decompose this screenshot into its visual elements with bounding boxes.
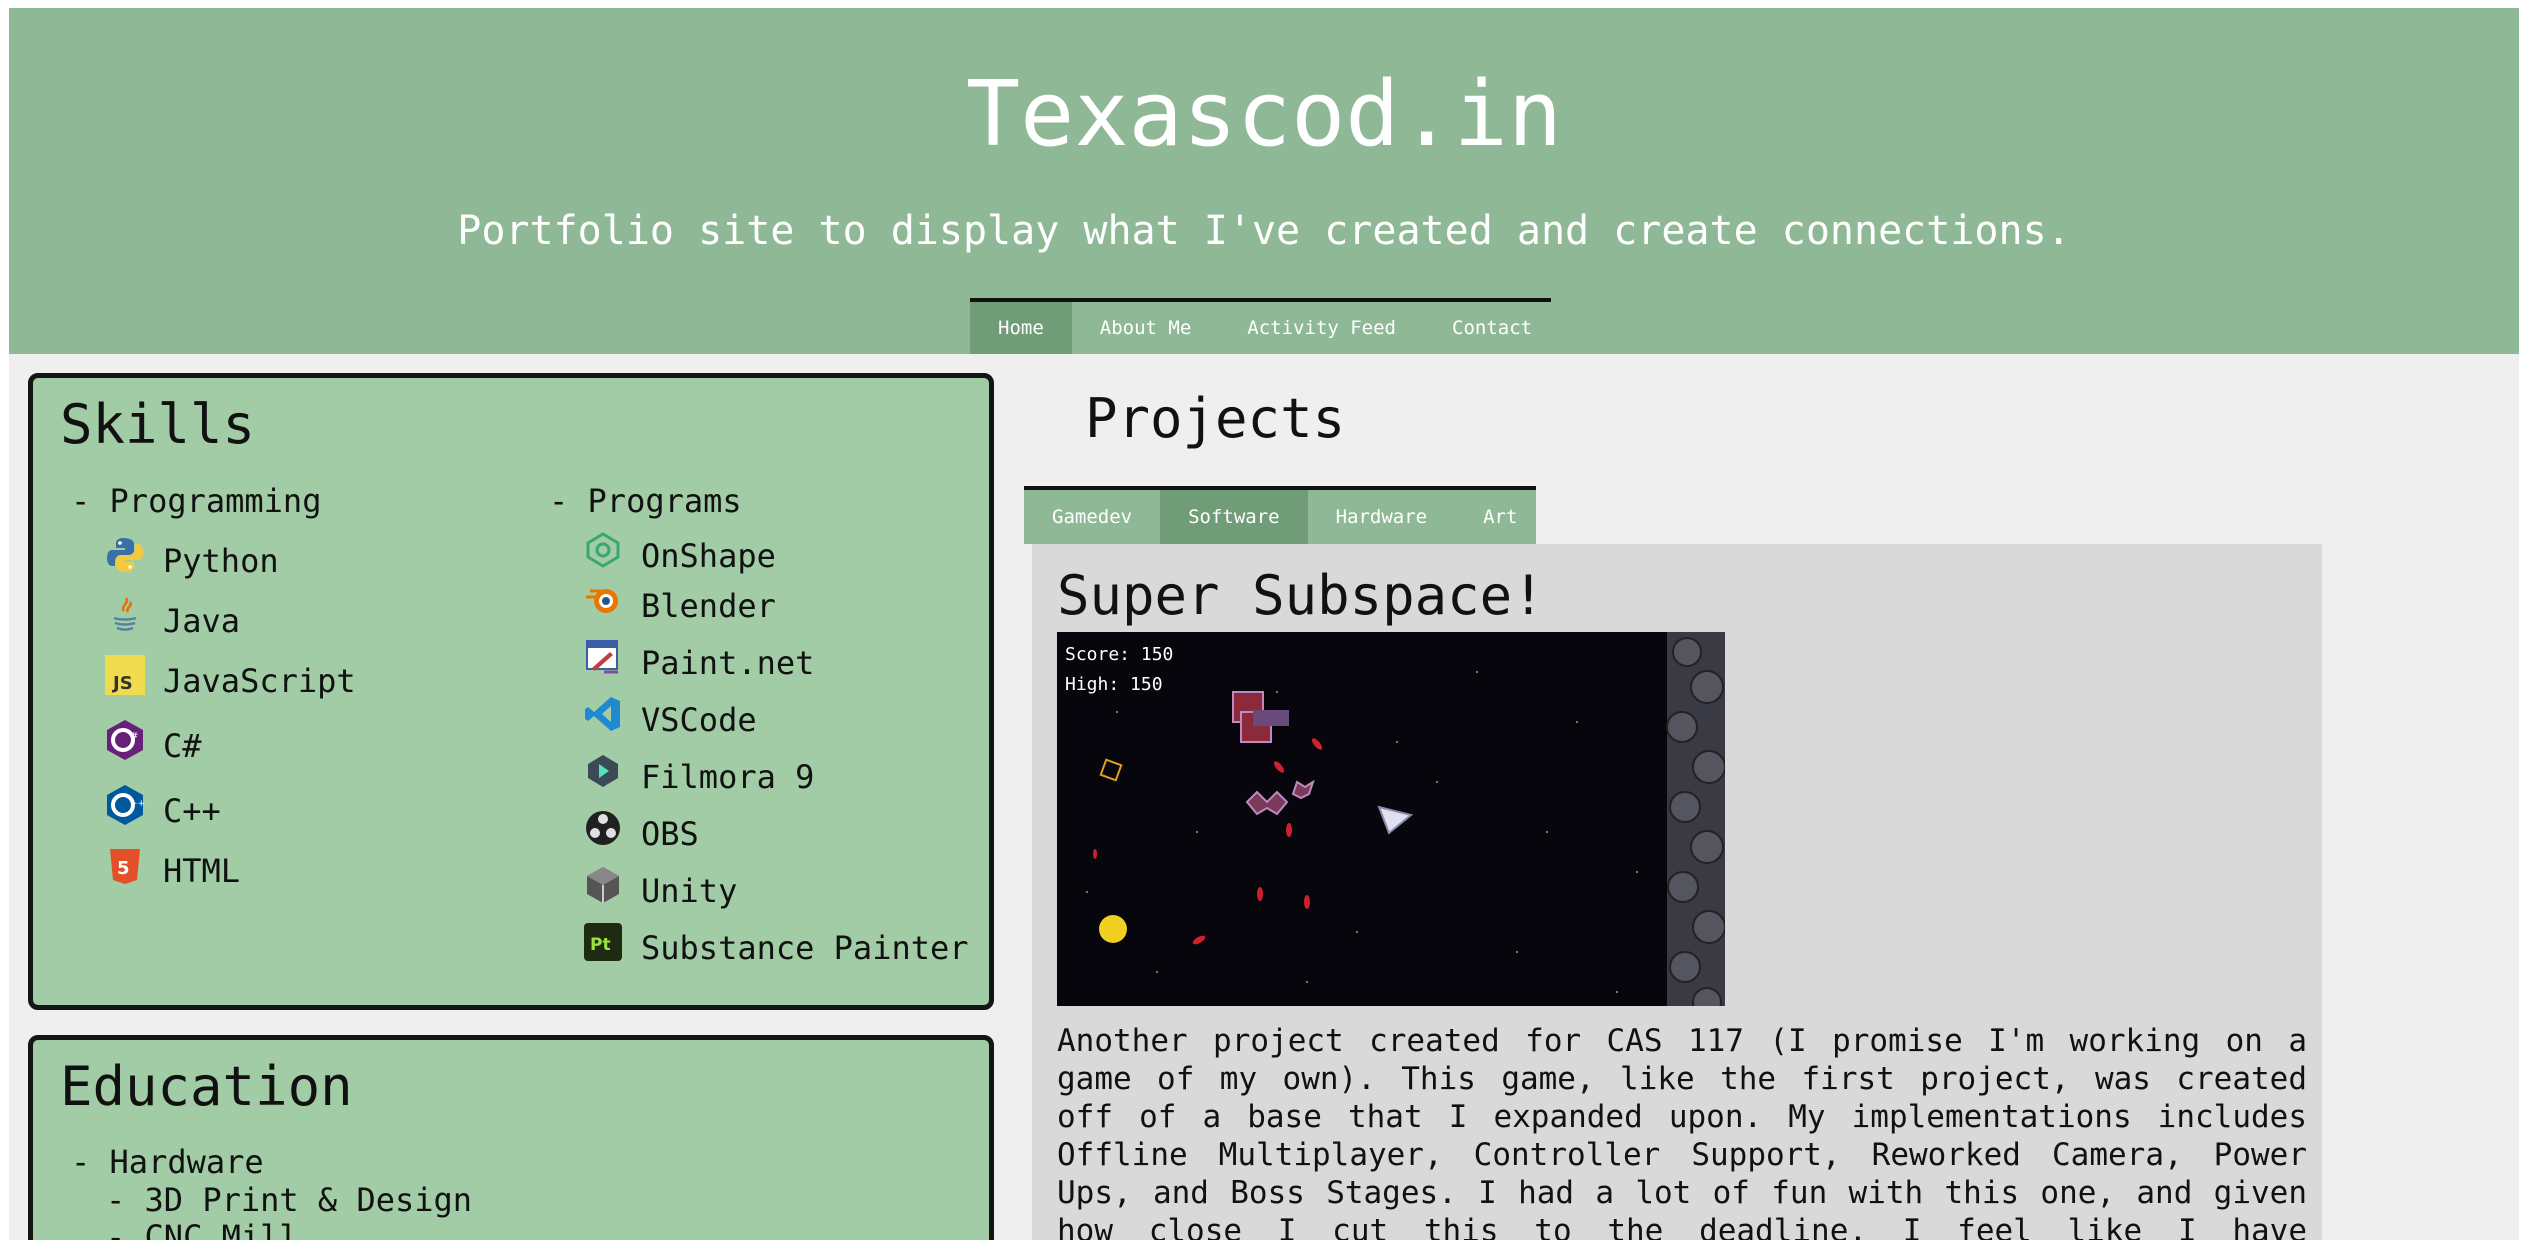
vscode-icon <box>583 694 623 734</box>
svg-text:++: ++ <box>130 799 145 809</box>
score-text: Score: 150 <box>1065 644 1173 665</box>
skill-label: Paint.net <box>641 644 815 682</box>
paintnet-icon <box>583 637 623 677</box>
python-icon <box>105 535 145 575</box>
site-title: Texascod.in <box>965 62 1563 167</box>
blender-icon <box>583 580 623 620</box>
onshape-icon <box>583 530 623 570</box>
javascript-icon: JS <box>105 655 145 695</box>
html5-icon: 5 <box>105 845 145 885</box>
tab-gamedev[interactable]: Gamedev <box>1024 490 1160 544</box>
programming-heading: - Programming <box>71 482 322 520</box>
program-filmora: Filmora 9 <box>583 749 814 805</box>
svg-text:Pt: Pt <box>590 935 611 955</box>
project-description: Another project created for CAS 117 (I p… <box>1057 1023 2307 1240</box>
cplusplus-icon: ++ <box>105 785 145 825</box>
skill-javascript: JS JavaScript <box>105 653 356 709</box>
java-icon <box>105 595 145 635</box>
program-vscode: VSCode <box>583 692 757 748</box>
site-header: Texascod.in Portfolio site to display wh… <box>9 8 2519 354</box>
education-line: - CNC Mill <box>106 1218 299 1240</box>
skill-java: Java <box>105 593 240 649</box>
skill-cplusplus: ++ C++ <box>105 783 221 839</box>
svg-text:#: # <box>130 731 138 742</box>
skill-label: OBS <box>641 815 699 853</box>
nav-about-me[interactable]: About Me <box>1072 302 1220 354</box>
project-tabs: Gamedev Software Hardware Art <box>1024 486 1536 544</box>
skills-panel: Skills - Programming Python Java JS Java… <box>28 373 994 1010</box>
tab-hardware[interactable]: Hardware <box>1308 490 1456 544</box>
site-tagline: Portfolio site to display what I've crea… <box>457 208 2071 254</box>
game-screenshot: Score: 150 High: 150 <box>1057 632 1725 1006</box>
main-nav: Home About Me Activity Feed Contact <box>970 298 1551 354</box>
education-panel: Education - Hardware - 3D Print & Design… <box>28 1035 994 1240</box>
education-title: Education <box>60 1055 353 1118</box>
filmora-icon <box>583 751 623 791</box>
education-line: - 3D Print & Design <box>106 1181 473 1219</box>
skill-label: C++ <box>163 792 221 830</box>
high-score-text: High: 150 <box>1065 674 1163 695</box>
program-substance-painter: Pt Substance Painter <box>583 920 969 976</box>
program-paintnet: Paint.net <box>583 635 814 691</box>
skill-label: C# <box>163 727 202 765</box>
obs-icon <box>583 808 623 848</box>
projects-title: Projects <box>1085 387 1346 450</box>
nav-activity-feed[interactable]: Activity Feed <box>1219 302 1424 354</box>
tab-art[interactable]: Art <box>1455 490 1545 544</box>
project-card: Super Subspace! Score: 150 High: 150 Ano… <box>1032 544 2322 1240</box>
skill-label: OnShape <box>641 537 776 575</box>
skill-label: Substance Painter <box>641 929 969 967</box>
program-unity: Unity <box>583 863 737 919</box>
page: Texascod.in Portfolio site to display wh… <box>9 8 2519 1240</box>
skill-label: Filmora 9 <box>641 758 815 796</box>
skill-label: Python <box>163 542 279 580</box>
skill-python: Python <box>105 533 279 589</box>
program-obs: OBS <box>583 806 699 862</box>
nav-home[interactable]: Home <box>970 302 1072 354</box>
skill-label: HTML <box>163 852 241 890</box>
project-title: Super Subspace! <box>1057 564 1545 627</box>
tab-software[interactable]: Software <box>1160 490 1308 544</box>
nav-contact[interactable]: Contact <box>1424 302 1560 354</box>
skills-title: Skills <box>60 393 256 456</box>
svg-text:JS: JS <box>111 673 133 694</box>
skill-label: JavaScript <box>163 662 356 700</box>
unity-icon <box>583 865 623 905</box>
education-line: - Hardware <box>71 1143 264 1181</box>
program-blender: Blender <box>583 578 776 634</box>
programs-heading: - Programs <box>549 482 742 520</box>
skill-label: Java <box>163 602 241 640</box>
svg-text:5: 5 <box>117 858 130 879</box>
program-onshape: OnShape <box>583 528 776 584</box>
csharp-icon: # <box>105 720 145 760</box>
skill-csharp: # C# <box>105 718 202 774</box>
substance-painter-icon: Pt <box>583 922 623 962</box>
skill-html: 5 HTML <box>105 843 240 899</box>
skill-label: Blender <box>641 587 776 625</box>
skill-label: Unity <box>641 872 738 910</box>
skill-label: VSCode <box>641 701 757 739</box>
